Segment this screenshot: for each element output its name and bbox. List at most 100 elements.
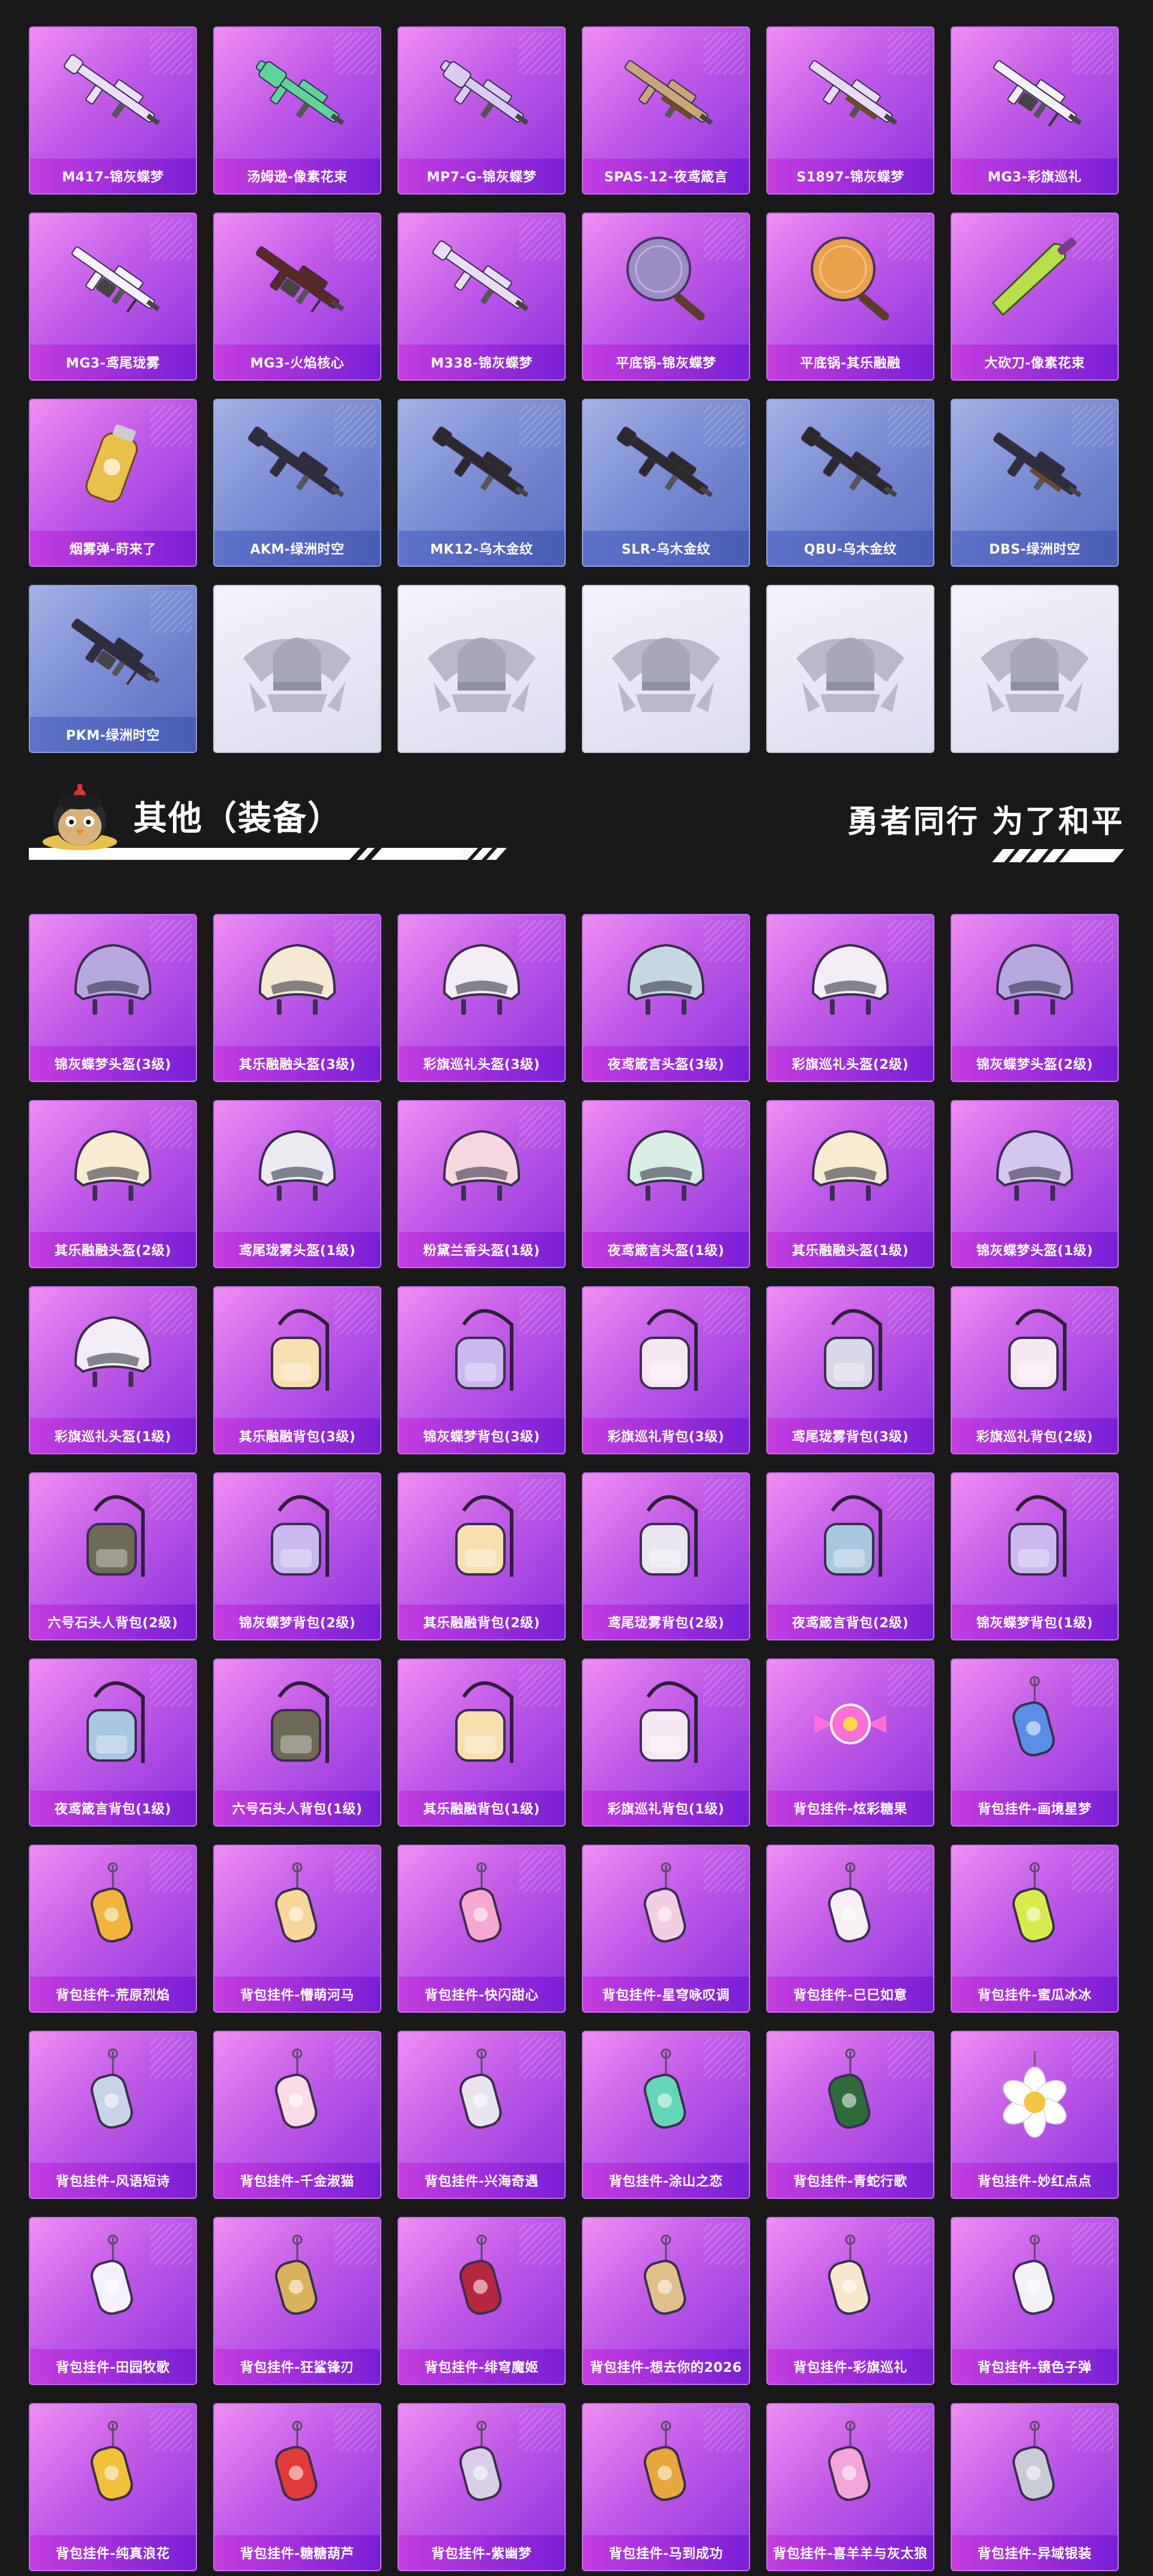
item-card[interactable]: 锦灰蝶梦头盔(1级): [951, 1100, 1119, 1268]
item-card[interactable]: 烟雾弹-莳来了: [29, 399, 197, 567]
backpack-icon: [583, 1670, 749, 1777]
tag-charm-icon: [399, 2043, 564, 2150]
item-card[interactable]: 六号石头人背包(1级): [213, 1658, 381, 1827]
pubg-emblem-icon: [583, 604, 749, 736]
item-label: 其乐融融背包(3级): [214, 1418, 380, 1453]
item-label: 平底锅-其乐融融: [767, 345, 933, 379]
item-card[interactable]: AKM-绿洲时空: [213, 399, 381, 567]
item-card[interactable]: 背包挂件-喜羊羊与灰太狼: [766, 2403, 934, 2571]
flower-charm-icon: [952, 2043, 1118, 2150]
item-card[interactable]: 背包挂件-荒原烈焰: [29, 1845, 197, 2013]
item-card[interactable]: 鸢尾珑雾头盔(1级): [213, 1100, 381, 1268]
item-card[interactable]: 其乐融融背包(2级): [398, 1472, 566, 1640]
item-card[interactable]: 其乐融融头盔(3级): [213, 914, 381, 1082]
item-card[interactable]: 背包挂件-巳巳如意: [766, 1845, 934, 2013]
item-label: 鸢尾珑雾背包(2级): [583, 1604, 749, 1639]
item-card[interactable]: 背包挂件-马到成功: [582, 2403, 750, 2571]
machinegun-icon: [30, 225, 196, 331]
item-card[interactable]: M417-锦灰蝶梦: [29, 26, 197, 195]
item-card[interactable]: 彩旗巡礼头盔(1级): [29, 1286, 197, 1454]
item-card[interactable]: 背包挂件-炫彩糖果: [766, 1658, 934, 1827]
item-card[interactable]: S1897-锦灰蝶梦: [766, 26, 934, 195]
pubg-emblem-icon: [399, 604, 564, 736]
item-card[interactable]: 鸢尾珑雾背包(3级): [766, 1286, 934, 1454]
item-card[interactable]: 其乐融融背包(1级): [398, 1658, 566, 1827]
item-card[interactable]: M338-锦灰蝶梦: [398, 213, 566, 381]
item-card[interactable]: 背包挂件-风语短诗: [29, 2031, 197, 2199]
item-card[interactable]: SLR-乌木金纹: [582, 399, 750, 567]
item-card[interactable]: 背包挂件-快闪甜心: [398, 1845, 566, 2013]
item-label: 其乐融融头盔(3级): [214, 1046, 380, 1081]
item-label: 其乐融融背包(1级): [399, 1791, 564, 1825]
item-card[interactable]: 彩旗巡礼背包(3级): [582, 1286, 750, 1454]
item-card[interactable]: 锦灰蝶梦背包(2级): [213, 1472, 381, 1640]
item-card[interactable]: 彩旗巡礼头盔(3级): [398, 914, 566, 1082]
item-card[interactable]: 平底锅-锦灰蝶梦: [582, 213, 750, 381]
item-label: AKM-绿洲时空: [214, 531, 380, 566]
pubg-emblem-icon: [952, 604, 1118, 736]
item-card[interactable]: SPAS-12-夜鸢箴言: [582, 26, 750, 195]
item-card[interactable]: 其乐融融头盔(1级): [766, 1100, 934, 1268]
item-card[interactable]: MG3-火焰核心: [213, 213, 381, 381]
item-card[interactable]: 夜鸢箴言头盔(1级): [582, 1100, 750, 1268]
item-card[interactable]: 背包挂件-涂山之恋: [582, 2031, 750, 2199]
item-card[interactable]: 大砍刀-像素花束: [951, 213, 1119, 381]
item-card[interactable]: 背包挂件-异域银装: [951, 2403, 1119, 2571]
item-card[interactable]: MK12-乌木金纹: [398, 399, 566, 567]
item-card[interactable]: 其乐融融头盔(2级): [29, 1100, 197, 1268]
item-card[interactable]: MG3-彩旗巡礼: [951, 26, 1119, 195]
item-card[interactable]: 背包挂件-绯穹魔姬: [398, 2217, 566, 2385]
item-card[interactable]: MP7-G-锦灰蝶梦: [398, 26, 566, 195]
item-card[interactable]: 背包挂件-糖糖葫芦: [213, 2403, 381, 2571]
item-card[interactable]: 背包挂件-星穹咏叹调: [582, 1845, 750, 2013]
item-card[interactable]: 锦灰蝶梦背包(3级): [398, 1286, 566, 1454]
item-label: M417-锦灰蝶梦: [30, 159, 196, 193]
item-label: 背包挂件-马到成功: [583, 2535, 749, 2570]
item-card[interactable]: 背包挂件-镜色子弹: [951, 2217, 1119, 2385]
item-label: 背包挂件-纯真浪花: [30, 2535, 196, 2570]
item-card[interactable]: 背包挂件-狂鲨锋刃: [213, 2217, 381, 2385]
backpack-icon: [30, 1670, 196, 1777]
item-label: 彩旗巡礼背包(3级): [583, 1418, 749, 1453]
item-card[interactable]: 锦灰蝶梦背包(1级): [951, 1472, 1119, 1640]
item-card[interactable]: 夜鸢箴言背包(2级): [766, 1472, 934, 1640]
item-card[interactable]: 背包挂件-千金淑猫: [213, 2031, 381, 2199]
item-card[interactable]: 汤姆逊-像素花束: [213, 26, 381, 195]
item-label: 背包挂件-懵萌河马: [214, 1977, 380, 2012]
item-label: 锦灰蝶梦背包(2级): [214, 1604, 380, 1639]
item-card[interactable]: 其乐融融背包(3级): [213, 1286, 381, 1454]
item-card[interactable]: 背包挂件-纯真浪花: [29, 2403, 197, 2571]
item-card[interactable]: 彩旗巡礼背包(1级): [582, 1658, 750, 1827]
item-card[interactable]: 平底锅-其乐融融: [766, 213, 934, 381]
item-card[interactable]: 背包挂件-妙红点点: [951, 2031, 1119, 2199]
item-card[interactable]: 锦灰蝶梦头盔(2级): [951, 914, 1119, 1082]
item-card[interactable]: 粉黛兰香头盔(1级): [398, 1100, 566, 1268]
item-card[interactable]: 彩旗巡礼背包(2级): [951, 1286, 1119, 1454]
item-label: 背包挂件-荒原烈焰: [30, 1977, 196, 2012]
backpack-icon: [952, 1298, 1118, 1405]
item-card[interactable]: 六号石头人背包(2级): [29, 1472, 197, 1640]
item-card[interactable]: DBS-绿洲时空: [951, 399, 1119, 567]
item-card[interactable]: 背包挂件-兴海奇遇: [398, 2031, 566, 2199]
item-card[interactable]: 背包挂件-懵萌河马: [213, 1845, 381, 2013]
item-card[interactable]: 鸢尾珑雾背包(2级): [582, 1472, 750, 1640]
item-card[interactable]: 背包挂件-彩旗巡礼: [766, 2217, 934, 2385]
machete-icon: [952, 225, 1118, 331]
machinegun-icon: [30, 597, 196, 704]
item-card[interactable]: 背包挂件-紫幽梦: [398, 2403, 566, 2571]
item-card[interactable]: 彩旗巡礼头盔(2级): [766, 914, 934, 1082]
item-card[interactable]: 背包挂件-青蛇行歌: [766, 2031, 934, 2199]
item-card[interactable]: 背包挂件-蜜瓜冰冰: [951, 1845, 1119, 2013]
item-card[interactable]: 夜鸢箴言背包(1级): [29, 1658, 197, 1827]
wand-charm-icon: [399, 2229, 564, 2336]
item-card[interactable]: 背包挂件-画境星梦: [951, 1658, 1119, 1827]
snake-charm-icon: [767, 2043, 933, 2150]
item-card[interactable]: MG3-鸢尾珑雾: [29, 213, 197, 381]
item-card[interactable]: 背包挂件-田园牧歌: [29, 2217, 197, 2385]
item-label: 鸢尾珑雾头盔(1级): [214, 1232, 380, 1267]
item-card[interactable]: QBU-乌木金纹: [766, 399, 934, 567]
item-card[interactable]: 背包挂件-想去你的2026: [582, 2217, 750, 2385]
item-label: 背包挂件-田园牧歌: [30, 2349, 196, 2384]
item-card[interactable]: 锦灰蝶梦头盔(3级): [29, 914, 197, 1082]
item-card[interactable]: 夜鸢箴言头盔(3级): [582, 914, 750, 1082]
